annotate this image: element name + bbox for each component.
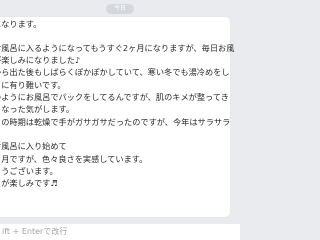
message-bubble: になります。 お風呂に入るようになってもうすぐ2ヶ月になりますが、毎日お風 が楽…: [0, 17, 234, 217]
composer-hint: ift + Enterで改行: [2, 227, 68, 236]
message-line: らが楽しみです♬: [0, 178, 58, 188]
message-line: とに有り難いです。: [0, 80, 66, 90]
date-badge: 今日: [105, 4, 134, 14]
message-line: になります。: [0, 19, 42, 29]
message-line: から出た後もしばらくぽかぽかしていて、寒い冬でも湯冷めをし: [0, 67, 230, 77]
message-line: くなった気がします。: [0, 104, 75, 114]
date-divider: 今日: [0, 4, 240, 14]
chat-area: 今日 になります。 お風呂に入るようになってもうすぐ2ヶ月になりますが、毎日お風…: [0, 0, 240, 226]
message-line: とうございます。: [0, 166, 58, 176]
message-line: のようにお風呂でパックをしてるんですが、肌のキメが整ってき: [0, 92, 229, 102]
message-line: この時期は乾燥で手がガサガサだったのですが、今年はサラサラ: [0, 117, 231, 127]
message-line: が楽しみになりました♪: [0, 55, 81, 65]
message-line: お風呂に入り始めて: [0, 141, 67, 151]
message-line: ヶ月ですが、色々良さを実感しています。: [0, 154, 148, 164]
message-line: お風呂に入るようになってもうすぐ2ヶ月になりますが、毎日お風: [0, 43, 235, 53]
